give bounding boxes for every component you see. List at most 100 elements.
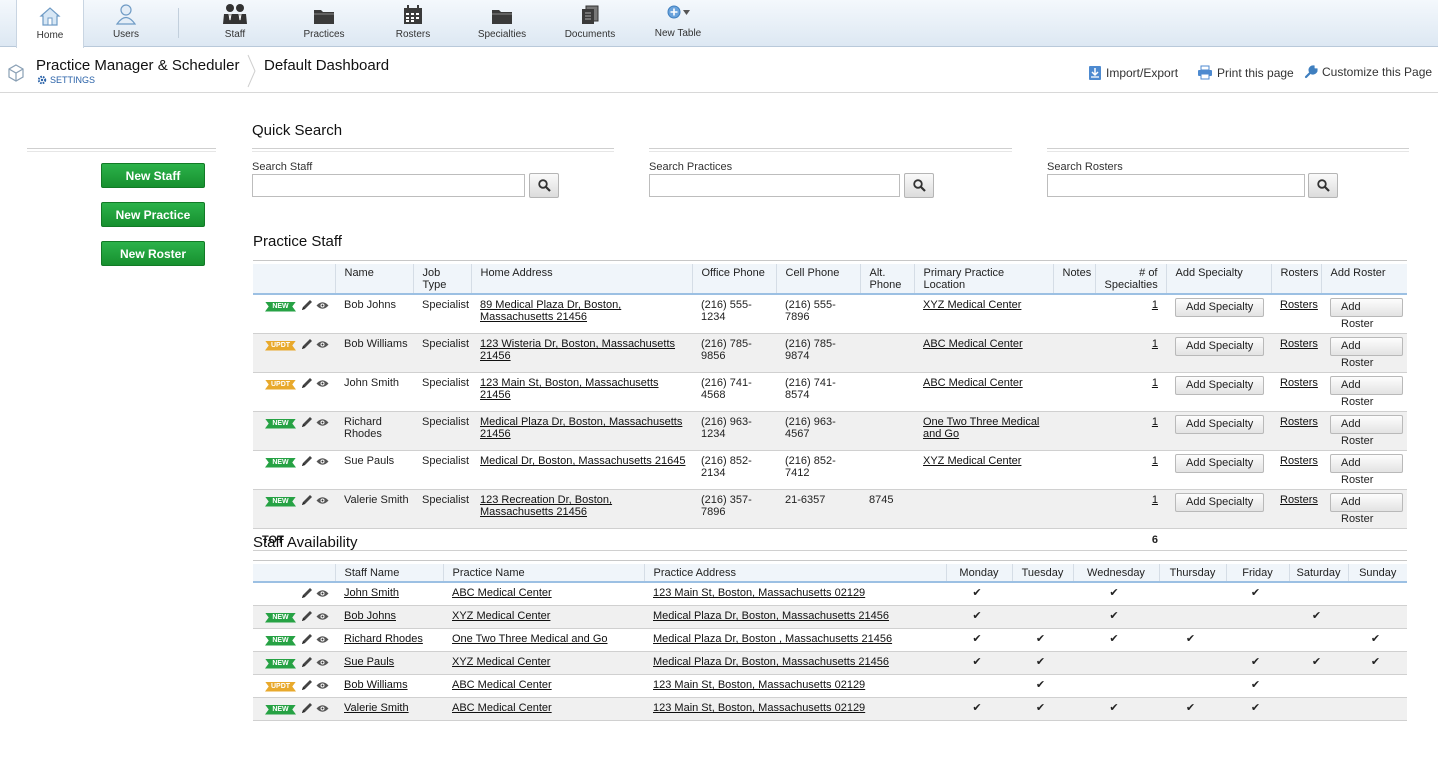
search-staff-input[interactable] xyxy=(252,174,525,197)
practice-address-link[interactable]: Medical Plaza Dr, Boston , Massachusetts… xyxy=(653,633,892,645)
specialties-count-link[interactable]: 1 xyxy=(1152,299,1158,311)
column-header[interactable]: Practice Address xyxy=(643,564,946,583)
search-staff-button[interactable] xyxy=(529,173,559,198)
day-column-header[interactable]: Wednesday xyxy=(1072,564,1159,583)
nav-users[interactable]: Users xyxy=(94,0,158,47)
day-column-header[interactable]: Monday xyxy=(945,564,1012,583)
edit-pencil-icon[interactable] xyxy=(301,299,313,314)
specialties-count-link[interactable]: 1 xyxy=(1152,377,1158,389)
search-rosters-button[interactable] xyxy=(1308,173,1338,198)
rosters-link[interactable]: Rosters xyxy=(1280,416,1318,428)
column-header[interactable]: Practice Name xyxy=(442,564,644,583)
nav-documents[interactable]: Documents xyxy=(558,0,622,47)
edit-pencil-icon[interactable] xyxy=(301,610,313,625)
column-header[interactable]: Home Address xyxy=(470,264,692,295)
edit-pencil-icon[interactable] xyxy=(301,702,313,717)
column-header[interactable]: Rosters xyxy=(1270,264,1321,295)
add-roster-button[interactable]: Add Roster xyxy=(1330,337,1403,369)
nav-new-table[interactable]: New Table xyxy=(646,0,710,47)
settings-link[interactable]: SETTINGS xyxy=(37,75,95,85)
edit-pencil-icon[interactable] xyxy=(301,633,313,648)
column-header[interactable]: Job Type xyxy=(412,264,471,295)
add-specialty-button[interactable]: Add Specialty xyxy=(1175,493,1265,512)
specialties-count-link[interactable]: 1 xyxy=(1152,338,1158,350)
practice-address-link[interactable]: 123 Main St, Boston, Massachusetts 02129 xyxy=(653,587,865,599)
column-header[interactable]: Notes xyxy=(1052,264,1095,295)
add-specialty-button[interactable]: Add Specialty xyxy=(1175,415,1265,434)
view-eye-icon[interactable] xyxy=(316,379,329,391)
view-eye-icon[interactable] xyxy=(316,340,329,352)
staff-name-link[interactable]: Sue Pauls xyxy=(344,656,394,668)
view-eye-icon[interactable] xyxy=(316,704,329,716)
add-roster-button[interactable]: Add Roster xyxy=(1330,415,1403,447)
search-practices-button[interactable] xyxy=(904,173,934,198)
staff-name-link[interactable]: Bob Williams xyxy=(344,679,408,691)
edit-pencil-icon[interactable] xyxy=(301,656,313,671)
add-roster-button[interactable]: Add Roster xyxy=(1330,454,1403,486)
column-header[interactable]: Staff Name xyxy=(334,564,443,583)
view-eye-icon[interactable] xyxy=(316,301,329,313)
edit-pencil-icon[interactable] xyxy=(301,679,313,694)
rosters-link[interactable]: Rosters xyxy=(1280,455,1318,467)
nav-practices[interactable]: Practices xyxy=(292,0,356,47)
nav-specialties[interactable]: Specialties xyxy=(470,0,534,47)
primary-location-link[interactable]: One Two Three Medical and Go xyxy=(923,416,1039,440)
column-header[interactable]: Add Roster xyxy=(1320,264,1407,295)
column-header[interactable]: Name xyxy=(334,264,413,295)
practice-name-link[interactable]: ABC Medical Center xyxy=(452,679,552,691)
day-column-header[interactable]: Sunday xyxy=(1347,564,1407,583)
new-practice-button[interactable]: New Practice xyxy=(101,202,205,227)
view-eye-icon[interactable] xyxy=(316,681,329,693)
home-address-link[interactable]: 89 Medical Plaza Dr, Boston, Massachuset… xyxy=(480,299,621,323)
edit-pencil-icon[interactable] xyxy=(301,455,313,470)
primary-location-link[interactable]: XYZ Medical Center xyxy=(923,299,1021,311)
primary-location-link[interactable]: XYZ Medical Center xyxy=(923,455,1021,467)
practice-name-link[interactable]: XYZ Medical Center xyxy=(452,610,550,622)
day-column-header[interactable]: Tuesday xyxy=(1011,564,1073,583)
app-title[interactable]: Practice Manager & Scheduler xyxy=(36,57,239,74)
edit-pencil-icon[interactable] xyxy=(301,338,313,353)
practice-name-link[interactable]: ABC Medical Center xyxy=(452,702,552,714)
primary-location-link[interactable]: ABC Medical Center xyxy=(923,377,1023,389)
add-specialty-button[interactable]: Add Specialty xyxy=(1175,298,1265,317)
rosters-link[interactable]: Rosters xyxy=(1280,377,1318,389)
print-link[interactable]: Print this page xyxy=(1197,65,1294,80)
add-specialty-button[interactable]: Add Specialty xyxy=(1175,337,1265,356)
home-address-link[interactable]: Medical Dr, Boston, Massachusetts 21645 xyxy=(480,455,685,467)
view-eye-icon[interactable] xyxy=(316,589,329,601)
day-column-header[interactable]: Friday xyxy=(1225,564,1289,583)
customize-link[interactable]: Customize this Page xyxy=(1304,65,1432,79)
specialties-count-link[interactable]: 1 xyxy=(1152,416,1158,428)
practice-address-link[interactable]: 123 Main St, Boston, Massachusetts 02129 xyxy=(653,702,865,714)
home-address-link[interactable]: 123 Main St, Boston, Massachusetts 21456 xyxy=(480,377,659,401)
column-header[interactable]: Office Phone xyxy=(691,264,776,295)
new-staff-button[interactable]: New Staff xyxy=(101,163,205,188)
column-header[interactable]: Add Specialty xyxy=(1165,264,1271,295)
rosters-link[interactable]: Rosters xyxy=(1280,299,1318,311)
staff-name-link[interactable]: Richard Rhodes xyxy=(344,633,423,645)
nav-home[interactable]: Home xyxy=(16,0,84,48)
view-eye-icon[interactable] xyxy=(316,635,329,647)
edit-pencil-icon[interactable] xyxy=(301,377,313,392)
add-specialty-button[interactable]: Add Specialty xyxy=(1175,454,1265,473)
column-header[interactable]: Cell Phone xyxy=(775,264,860,295)
view-eye-icon[interactable] xyxy=(316,658,329,670)
practice-address-link[interactable]: Medical Plaza Dr, Boston, Massachusetts … xyxy=(653,656,889,668)
day-column-header[interactable]: Saturday xyxy=(1288,564,1348,583)
edit-pencil-icon[interactable] xyxy=(301,416,313,431)
practice-name-link[interactable]: XYZ Medical Center xyxy=(452,656,550,668)
day-column-header[interactable]: Thursday xyxy=(1158,564,1226,583)
add-roster-button[interactable]: Add Roster xyxy=(1330,298,1403,330)
staff-name-link[interactable]: Bob Johns xyxy=(344,610,396,622)
primary-location-link[interactable]: ABC Medical Center xyxy=(923,338,1023,350)
home-address-link[interactable]: 123 Wisteria Dr, Boston, Massachusetts 2… xyxy=(480,338,675,362)
home-address-link[interactable]: Medical Plaza Dr, Boston, Massachusetts … xyxy=(480,416,682,440)
practice-name-link[interactable]: ABC Medical Center xyxy=(452,587,552,599)
view-eye-icon[interactable] xyxy=(316,496,329,508)
practice-address-link[interactable]: Medical Plaza Dr, Boston, Massachusetts … xyxy=(653,610,889,622)
specialties-count-link[interactable]: 1 xyxy=(1152,494,1158,506)
column-header[interactable]: # of Specialties xyxy=(1094,264,1166,295)
add-roster-button[interactable]: Add Roster xyxy=(1330,493,1403,525)
view-eye-icon[interactable] xyxy=(316,418,329,430)
add-specialty-button[interactable]: Add Specialty xyxy=(1175,376,1265,395)
